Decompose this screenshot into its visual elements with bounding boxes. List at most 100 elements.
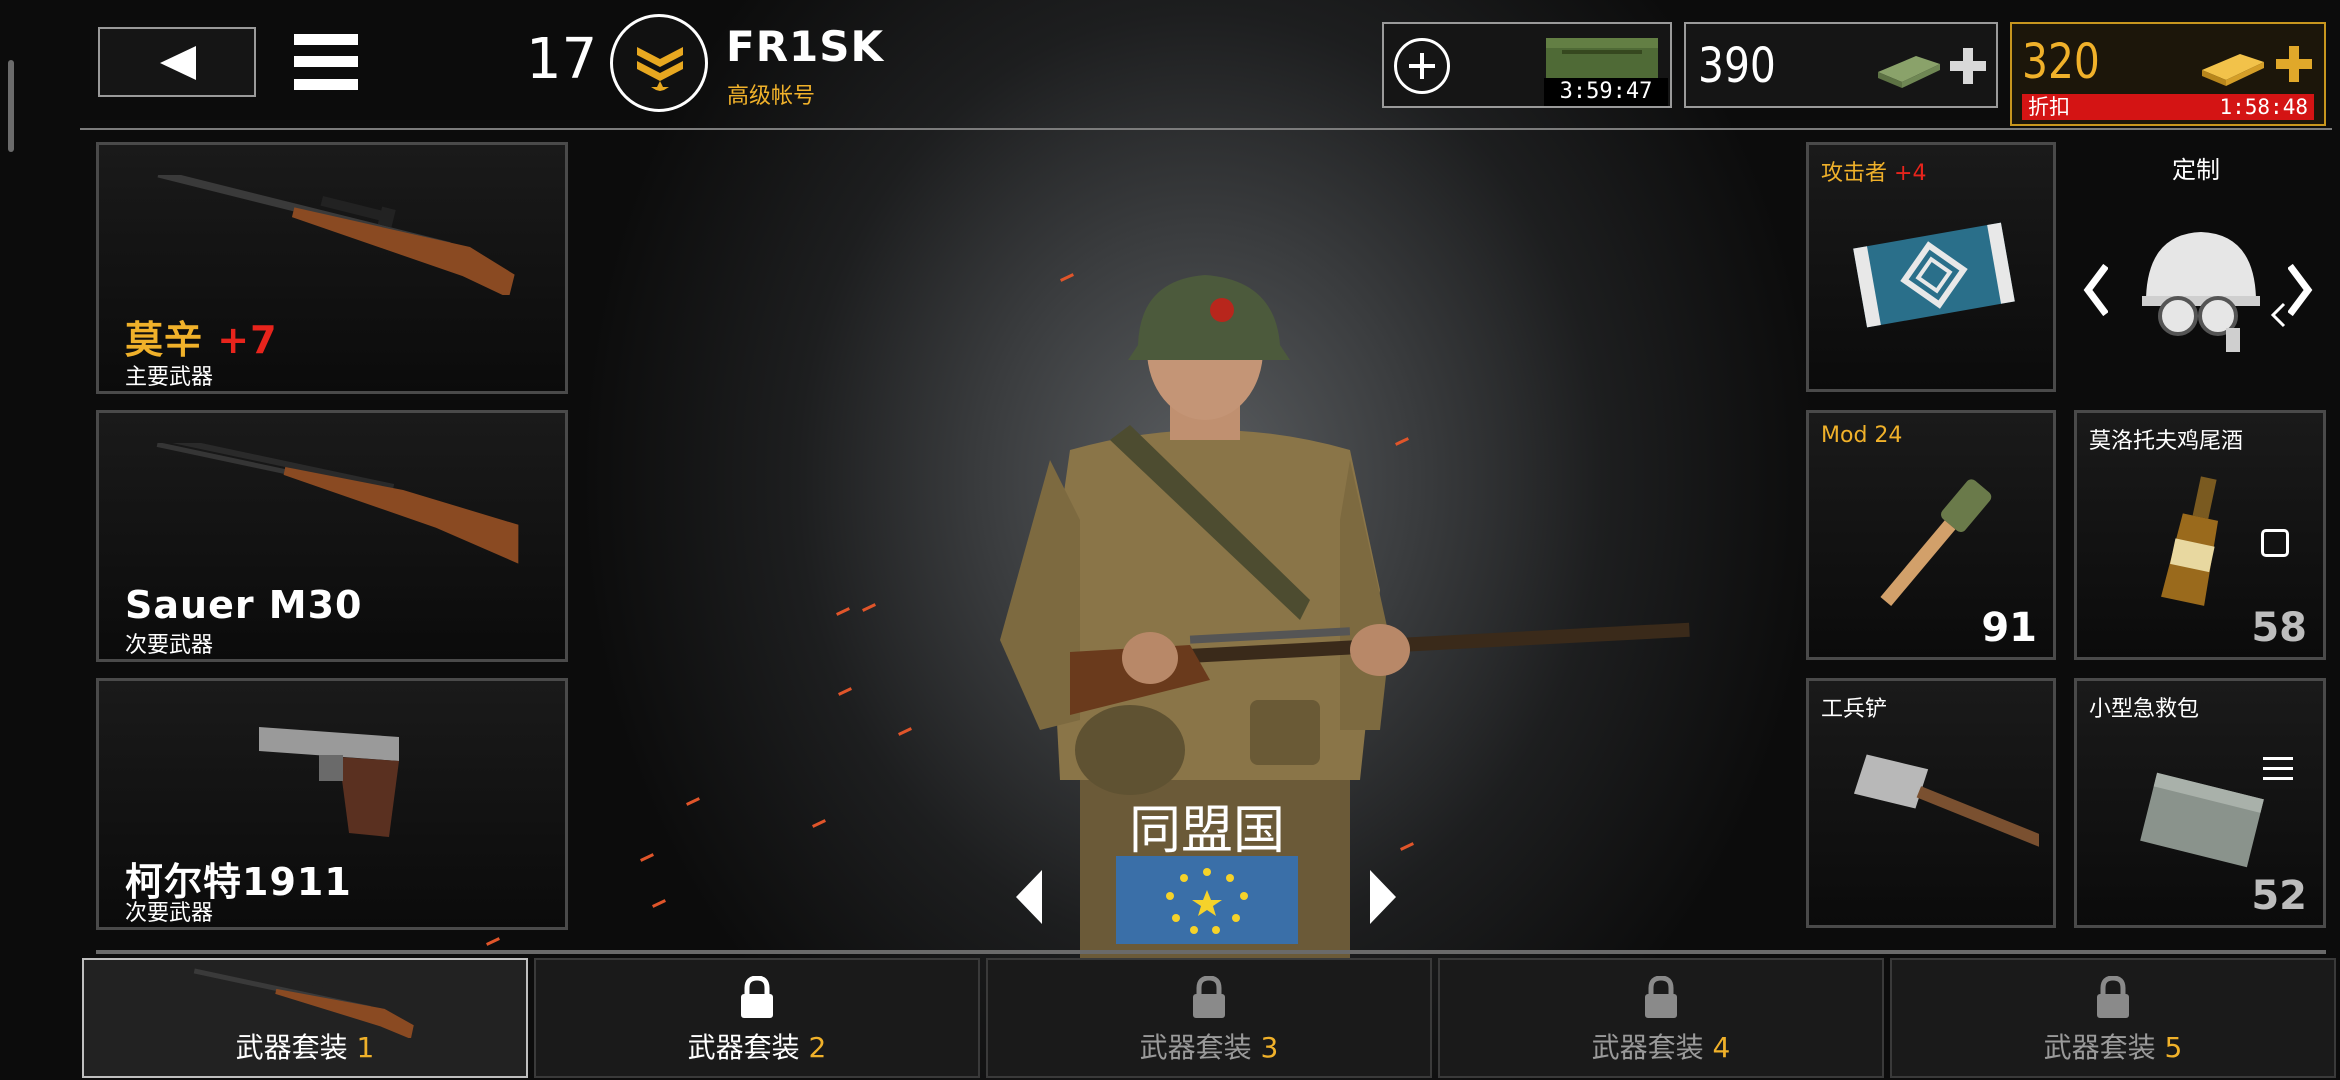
gold-amount: 320: [2022, 34, 2100, 90]
primary-weapon-name: 莫辛: [125, 318, 204, 362]
lock-icon: [2097, 976, 2129, 1018]
weapon-name-wrap: 莫辛 +7: [125, 309, 278, 364]
supply-crate-button[interactable]: 3:59:47: [1382, 22, 1672, 108]
loadout-label-4: 武器套装 4: [1440, 1026, 1882, 1066]
loadout-4-label: 武器套装: [1591, 1031, 1704, 1064]
chevron-left-icon[interactable]: [1016, 870, 1044, 924]
rank-badge[interactable]: [610, 14, 708, 112]
secondary-weapon-slot-2[interactable]: 柯尔特1911 次要武器: [96, 678, 568, 930]
cash-balance[interactable]: 390: [1684, 22, 1998, 108]
crate-timer: 3:59:47: [1544, 78, 1668, 106]
loadout-tab-3[interactable]: 武器套装 3: [986, 958, 1432, 1078]
loadout-label-3: 武器套装 3: [988, 1026, 1430, 1066]
add-circle-icon[interactable]: [1394, 38, 1450, 94]
gold-balance[interactable]: 320 折扣 1:58:48: [2010, 22, 2326, 126]
account-type: 高级帐号: [727, 84, 816, 109]
chevron-left-icon[interactable]: [2270, 302, 2286, 328]
loadout-5-label: 武器套装: [2043, 1031, 2156, 1064]
loadout-tab-4[interactable]: 武器套装 4: [1438, 958, 1884, 1078]
supply-crate-icon: [1546, 38, 1658, 80]
medkit-count: 52: [2251, 873, 2307, 919]
sergeant-rank-icon: [637, 47, 683, 91]
ember-spark: [838, 687, 852, 696]
medkit-tin-icon: [2140, 772, 2264, 868]
cash-amount: 390: [1698, 38, 1776, 94]
lock-icon: [741, 976, 773, 1018]
ember-spark: [812, 819, 826, 828]
ember-spark: [836, 607, 850, 616]
lock-icon: [1193, 976, 1225, 1018]
cash-stack-icon: [1878, 56, 1940, 88]
loadout-3-label: 武器套装: [1139, 1031, 1252, 1064]
loadout-1-label: 武器套装: [235, 1031, 348, 1064]
header-divider: [80, 128, 2332, 130]
primary-weapon-type: 主要武器: [125, 365, 214, 390]
grenade-title: Mod 24: [1821, 423, 1903, 448]
ember-spark: [652, 899, 666, 908]
shovel-slot[interactable]: 工兵铲: [1806, 678, 2056, 928]
footer-divider: [96, 950, 2326, 954]
loadout-label-1: 武器套装 1: [84, 1026, 526, 1066]
secondary-weapon-1-type: 次要武器: [125, 633, 214, 658]
chevron-right-icon[interactable]: [1368, 870, 1396, 924]
square-icon[interactable]: [2261, 529, 2289, 557]
ember-spark: [686, 797, 700, 806]
menu-icon[interactable]: [294, 32, 358, 92]
primary-weapon-bonus: +7: [217, 318, 278, 362]
loadout-tab-5[interactable]: 武器套装 5: [1890, 958, 2336, 1078]
back-arrow-icon: [160, 46, 196, 80]
pistol-icon: [259, 727, 399, 837]
chevron-left-icon[interactable]: [2082, 264, 2108, 316]
loadout-label-2: 武器套装 2: [536, 1026, 978, 1066]
helmet-goggles-icon[interactable]: [2136, 228, 2266, 356]
ribbon-medal-icon: [1853, 222, 2015, 328]
ember-spark: [486, 937, 500, 946]
molotov-slot[interactable]: 莫洛托夫鸡尾酒 58: [2074, 410, 2326, 660]
chevron-right-icon[interactable]: [2288, 264, 2314, 316]
shotgun-icon: [156, 443, 519, 564]
loadout-4-number: 4: [1712, 1031, 1731, 1064]
molotov-count: 58: [2251, 605, 2307, 651]
medkit-title: 小型急救包: [2089, 697, 2200, 722]
system-edge-handle: [8, 60, 14, 152]
ember-spark: [898, 727, 912, 736]
faction-name: 同盟国: [1128, 801, 1285, 861]
secondary-weapon-2-type: 次要武器: [125, 901, 214, 926]
medkit-slot[interactable]: 小型急救包 52: [2074, 678, 2326, 928]
plus-icon[interactable]: [1948, 46, 1988, 86]
loadout-tab-1[interactable]: 武器套装 1: [82, 958, 528, 1078]
loadout-1-number: 1: [356, 1031, 375, 1064]
discount-timer: 1:58:48: [2219, 95, 2308, 119]
player-level: 17: [526, 27, 598, 92]
primary-weapon-slot[interactable]: 莫辛 +7 主要武器: [96, 142, 568, 394]
plus-icon[interactable]: [2274, 44, 2314, 84]
grenade-count: 91: [1981, 605, 2037, 651]
gold-bar-icon: [2202, 54, 2264, 86]
eu-flag-icon[interactable]: [1116, 856, 1298, 944]
discount-label: 折扣: [2028, 95, 2070, 119]
grenade-slot[interactable]: Mod 24 91: [1806, 410, 2056, 660]
secondary-weapon-slot-1[interactable]: Sauer M30 次要武器: [96, 410, 568, 662]
perk-bonus: +4: [1894, 161, 1927, 186]
ember-spark: [862, 603, 876, 612]
loadout-2-label: 武器套装: [687, 1031, 800, 1064]
attacker-perk-slot[interactable]: 攻击者 +4: [1806, 142, 2056, 392]
molotov-bottle-icon: [2161, 476, 2219, 606]
back-button[interactable]: [98, 27, 256, 97]
perk-title: 攻击者: [1821, 161, 1888, 186]
perk-title-wrap: 攻击者 +4: [1821, 155, 1926, 187]
shovel-icon: [1853, 754, 2039, 854]
discount-banner: 折扣 1:58:48: [2022, 94, 2314, 120]
list-icon[interactable]: [2263, 755, 2293, 783]
ember-spark: [640, 853, 654, 862]
customize-label: 定制: [2172, 156, 2220, 184]
soldier-character: [1000, 275, 1690, 960]
loadout-tab-2[interactable]: 武器套装 2: [534, 958, 980, 1078]
mosin-rifle-icon: [157, 175, 515, 295]
secondary-weapon-1-name: Sauer M30: [125, 583, 363, 627]
loadout-3-number: 3: [1260, 1031, 1279, 1064]
stick-grenade-icon: [1880, 479, 1992, 606]
loadout-2-number: 2: [808, 1031, 827, 1064]
lock-icon: [1645, 976, 1677, 1018]
player-name: FR1SK: [726, 22, 885, 71]
